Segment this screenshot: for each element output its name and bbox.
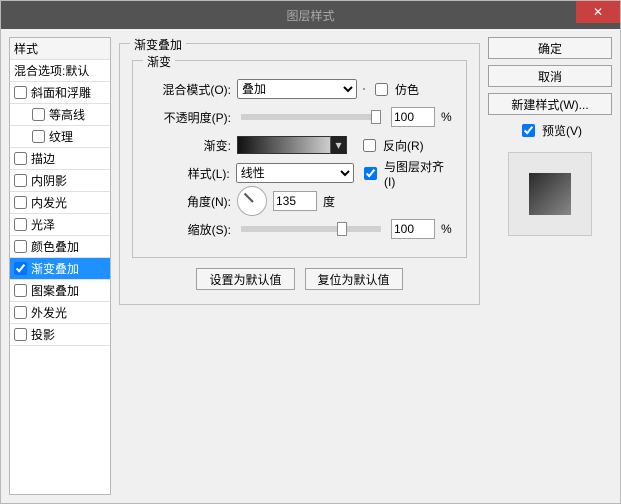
style-item-checkbox[interactable]: [14, 196, 27, 209]
align-label: 与图层对齐(I): [384, 158, 454, 189]
style-item[interactable]: 渐变叠加: [10, 258, 110, 280]
style-item-label: 描边: [31, 150, 55, 167]
ok-label: 确定: [538, 40, 562, 57]
close-icon: ✕: [593, 5, 603, 19]
angle-input[interactable]: [273, 191, 317, 211]
style-item-checkbox[interactable]: [14, 218, 27, 231]
blend-options-label: 混合选项:默认: [14, 62, 89, 79]
style-label: 样式(L):: [145, 165, 230, 182]
dither-checkbox[interactable]: 仿色: [371, 80, 419, 99]
blend-options-row[interactable]: 混合选项:默认: [10, 60, 110, 82]
style-item-checkbox[interactable]: [14, 240, 27, 253]
style-item[interactable]: 内阴影: [10, 170, 110, 192]
style-item-label: 光泽: [31, 216, 55, 233]
style-item[interactable]: 内发光: [10, 192, 110, 214]
preview-check-input[interactable]: [522, 124, 535, 137]
gradient-swatch[interactable]: ▾: [237, 136, 347, 154]
styles-list: 样式 混合选项:默认 斜面和浮雕等高线纹理描边内阴影内发光光泽颜色叠加渐变叠加图…: [9, 37, 111, 495]
style-item[interactable]: 斜面和浮雕: [10, 82, 110, 104]
style-item-checkbox[interactable]: [14, 174, 27, 187]
right-panel: 确定 取消 新建样式(W)... 预览(V): [488, 37, 612, 495]
gradient-label: 渐变:: [145, 137, 231, 154]
cancel-button[interactable]: 取消: [488, 65, 612, 87]
ok-button[interactable]: 确定: [488, 37, 612, 59]
style-item[interactable]: 颜色叠加: [10, 236, 110, 258]
preview-box: [508, 152, 592, 236]
set-default-label: 设置为默认值: [209, 271, 281, 288]
style-item-label: 内发光: [31, 194, 67, 211]
dialog-body: 样式 混合选项:默认 斜面和浮雕等高线纹理描边内阴影内发光光泽颜色叠加渐变叠加图…: [1, 29, 620, 503]
style-item[interactable]: 外发光: [10, 302, 110, 324]
style-item-checkbox[interactable]: [32, 108, 45, 121]
window-title: 图层样式: [286, 7, 334, 24]
layer-style-dialog: 图层样式 ✕ 样式 混合选项:默认 斜面和浮雕等高线纹理描边内阴影内发光光泽颜色…: [0, 0, 621, 504]
opacity-unit: %: [441, 110, 452, 124]
preview-checkbox[interactable]: 预览(V): [488, 121, 612, 140]
style-item-label: 斜面和浮雕: [31, 84, 91, 101]
style-item-label: 渐变叠加: [31, 260, 79, 277]
titlebar[interactable]: 图层样式 ✕: [1, 1, 620, 29]
reverse-check-input[interactable]: [363, 139, 376, 152]
angle-label: 角度(N):: [145, 193, 231, 210]
group-title: 渐变叠加: [130, 36, 186, 53]
opacity-label: 不透明度(P):: [145, 109, 231, 126]
gradient-inner-group: 渐变 混合模式(O): 叠加 仿色: [132, 60, 467, 258]
reverse-checkbox[interactable]: 反向(R): [359, 136, 424, 155]
style-item-checkbox[interactable]: [14, 306, 27, 319]
blend-mode-select[interactable]: 叠加: [237, 79, 357, 99]
gradient-overlay-group: 渐变叠加 渐变 混合模式(O): 叠加 仿色: [119, 43, 480, 305]
align-check-input[interactable]: [364, 167, 377, 180]
style-item[interactable]: 投影: [10, 324, 110, 346]
angle-dial[interactable]: [237, 186, 267, 216]
style-item[interactable]: 光泽: [10, 214, 110, 236]
scale-label: 缩放(S):: [145, 221, 231, 238]
blend-mode-label: 混合模式(O):: [145, 81, 231, 98]
style-item-label: 图案叠加: [31, 282, 79, 299]
center-panel: 渐变叠加 渐变 混合模式(O): 叠加 仿色: [119, 37, 480, 495]
scale-input[interactable]: [391, 219, 435, 239]
inner-group-title: 渐变: [143, 53, 175, 70]
reset-default-button[interactable]: 复位为默认值: [305, 268, 403, 290]
style-item-checkbox[interactable]: [14, 152, 27, 165]
new-style-label: 新建样式(W)...: [511, 96, 588, 113]
style-item-label: 外发光: [31, 304, 67, 321]
style-item-checkbox[interactable]: [14, 86, 27, 99]
angle-unit: 度: [323, 193, 335, 210]
styles-header-label: 样式: [14, 40, 38, 57]
preview-swatch: [529, 173, 571, 215]
style-select[interactable]: 线性: [236, 163, 354, 183]
style-item-checkbox[interactable]: [14, 284, 27, 297]
style-item[interactable]: 图案叠加: [10, 280, 110, 302]
dither-label: 仿色: [395, 81, 419, 98]
style-item[interactable]: 描边: [10, 148, 110, 170]
opacity-input[interactable]: [391, 107, 435, 127]
style-item[interactable]: 纹理: [10, 126, 110, 148]
close-button[interactable]: ✕: [576, 1, 620, 23]
style-item-label: 颜色叠加: [31, 238, 79, 255]
reverse-label: 反向(R): [383, 137, 424, 154]
scale-unit: %: [441, 222, 452, 236]
new-style-button[interactable]: 新建样式(W)...: [488, 93, 612, 115]
style-item-label: 等高线: [49, 106, 85, 123]
gradient-dropdown-icon[interactable]: ▾: [330, 136, 346, 154]
style-item-checkbox[interactable]: [14, 262, 27, 275]
set-default-button[interactable]: 设置为默认值: [196, 268, 294, 290]
scale-slider[interactable]: [241, 226, 381, 232]
styles-header[interactable]: 样式: [10, 38, 110, 60]
style-item[interactable]: 等高线: [10, 104, 110, 126]
style-item-checkbox[interactable]: [32, 130, 45, 143]
opacity-slider[interactable]: [241, 114, 381, 120]
style-item-label: 投影: [31, 326, 55, 343]
cancel-label: 取消: [538, 68, 562, 85]
style-item-label: 纹理: [49, 128, 73, 145]
reset-default-label: 复位为默认值: [318, 271, 390, 288]
dither-check-input[interactable]: [375, 83, 388, 96]
align-checkbox[interactable]: 与图层对齐(I): [360, 158, 454, 189]
style-item-label: 内阴影: [31, 172, 67, 189]
style-item-checkbox[interactable]: [14, 328, 27, 341]
preview-label: 预览(V): [542, 122, 582, 139]
